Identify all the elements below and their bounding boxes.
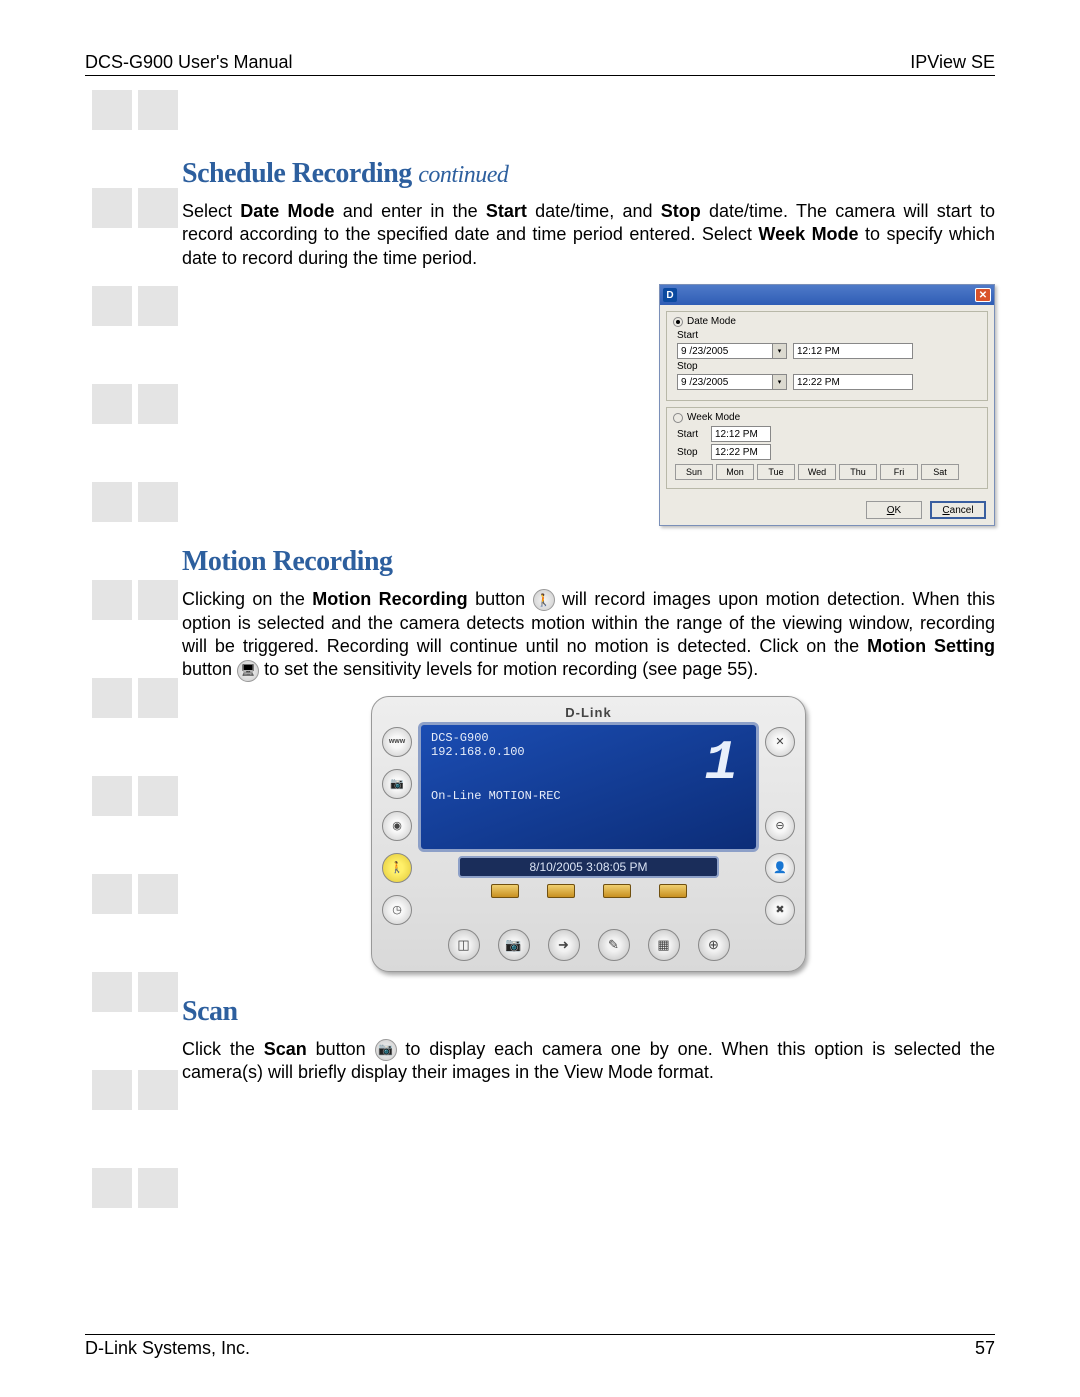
motion-recording-paragraph: Clicking on the Motion Recording button … [182,588,995,682]
grid-button[interactable]: ▦ [648,929,680,961]
page-number: 57 [975,1338,995,1359]
user-button[interactable]: 👤 [765,853,795,883]
week-start-label: Start [677,429,705,440]
brand-label: D-Link [418,705,759,720]
scan-paragraph: Click the Scan button 📷 to display each … [182,1038,995,1085]
view-mode-button[interactable]: ◫ [448,929,480,961]
schedule-recording-paragraph: Select Date Mode and enter in the Start … [182,200,995,270]
schedule-button[interactable]: ◷ [382,895,412,925]
heading-scan: Scan [182,996,995,1028]
week-mode-group: Week Mode Start 12:12 PM Stop 12:22 PM Sun… [666,407,988,489]
record-button[interactable]: ◉ [382,811,412,841]
start-date-combo[interactable]: 9 /23/2005▾ [677,343,787,359]
ipview-viewer: www 📷 ◉ 🚶 ◷ D-Link DCS-G900 192.168.0.10… [371,696,806,972]
camera-ip-text: 192.168.0.100 [431,745,746,759]
footer-rule [85,1334,995,1335]
stop-time-input[interactable]: 12:22 PM [793,374,913,390]
zoom-out-button[interactable]: ⊖ [765,811,795,841]
motion-setting-icon: 🖥 [237,660,259,682]
day-thu-button[interactable]: Thu [839,464,877,480]
add-button[interactable]: ⊕ [698,929,730,961]
decorative-squares [92,90,178,1208]
start-label: Start [677,330,705,341]
day-tue-button[interactable]: Tue [757,464,795,480]
channel-number: 1 [704,731,738,795]
camera-name-text: DCS-G900 [431,731,746,745]
ok-button[interactable]: OK [866,501,922,519]
port-icon [491,884,519,898]
chevron-down-icon[interactable]: ▾ [772,375,786,389]
viewer-bottom-row: ◫ 📷 ➜ ✎ ▦ ⊕ [382,925,795,961]
schedule-dialog: D ✕ Date Mode Start 9 /23/2005▾ 12:12 PM… [659,284,995,526]
chevron-down-icon[interactable]: ▾ [772,344,786,358]
scan-button[interactable]: 📷 [498,929,530,961]
dialog-titlebar: D ✕ [660,285,994,305]
stop-date-combo[interactable]: 9 /23/2005▾ [677,374,787,390]
start-time-input[interactable]: 12:12 PM [793,343,913,359]
day-wed-button[interactable]: Wed [798,464,836,480]
day-fri-button[interactable]: Fri [880,464,918,480]
dlink-logo-icon: D [663,288,677,302]
port-icon [547,884,575,898]
datetime-bar: 8/10/2005 3:08:05 PM [458,856,719,878]
www-button[interactable]: www [382,727,412,757]
dialog-close-button[interactable]: ✕ [975,288,991,302]
port-icon [659,884,687,898]
header-right: IPView SE [910,52,995,73]
day-sun-button[interactable]: Sun [675,464,713,480]
day-sat-button[interactable]: Sat [921,464,959,480]
week-mode-radio[interactable]: Week Mode [673,412,981,423]
motion-recording-button[interactable]: 🚶 [382,853,412,883]
close-viewer-button[interactable]: ✕ [765,727,795,757]
header-rule [85,75,995,76]
camera-add-button[interactable]: 📷 [382,769,412,799]
heading-schedule-recording: Schedule Recording continued [182,158,995,190]
week-stop-label: Stop [677,447,705,458]
day-mon-button[interactable]: Mon [716,464,754,480]
port-indicators [418,882,759,904]
date-mode-group: Date Mode Start 9 /23/2005▾ 12:12 PM Sto… [666,311,988,401]
camera-status-text: On-Line MOTION-REC [431,789,746,803]
scan-icon: 📷 [375,1039,397,1061]
edit-button[interactable]: ✎ [598,929,630,961]
cancel-button[interactable]: Cancel [930,501,986,519]
footer-left: D-Link Systems, Inc. [85,1338,250,1359]
arrow-button[interactable]: ➜ [548,929,580,961]
date-mode-radio[interactable]: Date Mode [673,316,981,327]
motion-recording-icon: 🚶 [533,589,555,611]
viewer-right-column: ✕ ⊖ 👤 ✖ [765,705,795,925]
heading-motion-recording: Motion Recording [182,546,995,578]
viewer-screen: DCS-G900 192.168.0.100 On-Line MOTION-RE… [418,722,759,852]
week-stop-time-input[interactable]: 12:22 PM [711,444,771,460]
port-icon [603,884,631,898]
header-left: DCS-G900 User's Manual [85,52,293,73]
stop-label: Stop [677,361,705,372]
tools-button[interactable]: ✖ [765,895,795,925]
viewer-left-column: www 📷 ◉ 🚶 ◷ [382,705,412,925]
week-start-time-input[interactable]: 12:12 PM [711,426,771,442]
